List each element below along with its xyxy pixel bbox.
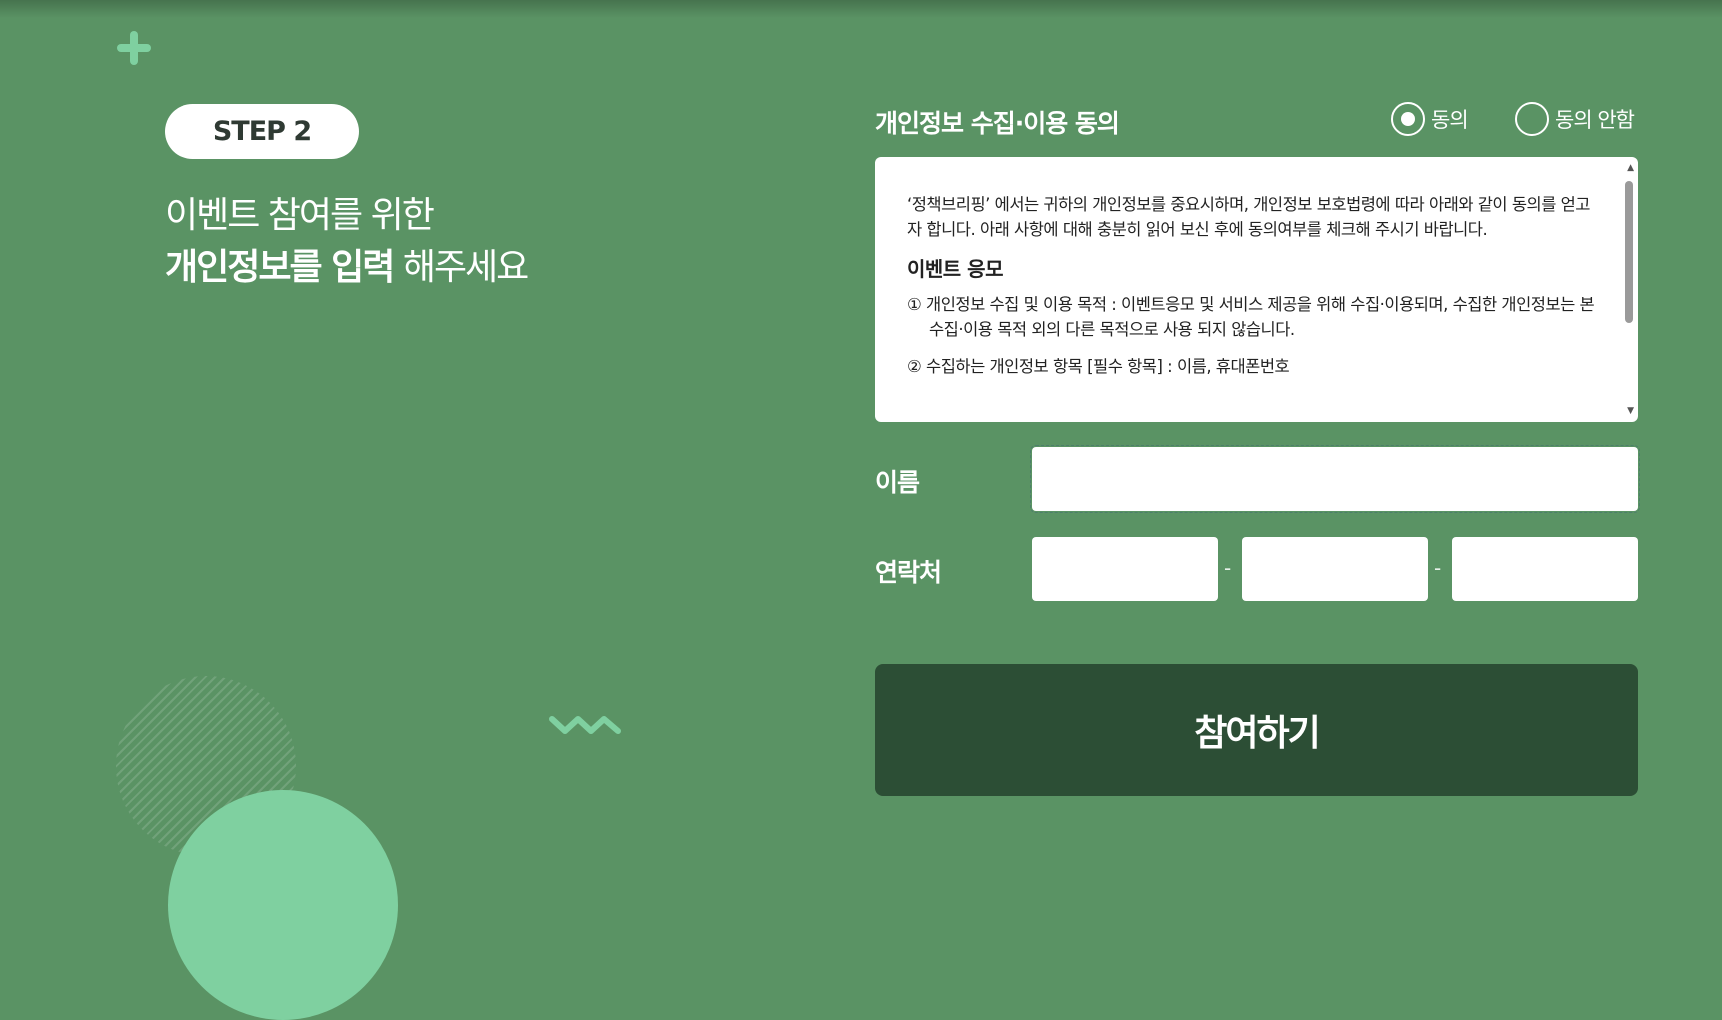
scrollbar-thumb[interactable] xyxy=(1625,181,1633,323)
terms-item-1: ① 개인정보 수집 및 이용 목적 : 이벤트응모 및 서비스 제공을 위해 수… xyxy=(907,295,1595,339)
disagree-label: 동의 안함 xyxy=(1555,108,1635,132)
consent-title: 개인정보 수집·이용 동의 xyxy=(875,109,1120,138)
name-label: 이름 xyxy=(875,468,920,497)
terms-scrollbar[interactable]: ▲ ▼ xyxy=(1620,157,1638,422)
phone-input-1[interactable] xyxy=(1032,537,1218,601)
scroll-up-arrow-icon[interactable]: ▲ xyxy=(1627,163,1634,173)
zigzag-icon xyxy=(549,716,621,734)
headline-line2: 개인정보를 입력 해주세요 xyxy=(165,242,529,294)
terms-content: ‘정책브리핑’ 에서는 귀하의 개인정보를 중요시하며, 개인정보 보호법령에 … xyxy=(907,192,1597,391)
scroll-down-arrow-icon[interactable]: ▼ xyxy=(1627,406,1634,416)
agree-radio[interactable]: 동의 xyxy=(1391,102,1469,136)
phone-separator: - xyxy=(1224,556,1232,580)
phone-input-3[interactable] xyxy=(1452,537,1638,601)
plus-icon xyxy=(117,31,151,65)
phone-input-2[interactable] xyxy=(1242,537,1428,601)
top-shade xyxy=(0,0,1722,18)
disagree-radio[interactable]: 동의 안함 xyxy=(1515,102,1635,136)
headline-rest: 해주세요 xyxy=(393,247,529,288)
radio-unchecked-icon[interactable] xyxy=(1515,102,1549,136)
step-badge: STEP 2 xyxy=(165,104,359,159)
radio-dot xyxy=(1401,112,1415,126)
name-input[interactable] xyxy=(1030,445,1640,513)
terms-item-2: ② 수집하는 개인정보 항목 [필수 항목] : 이름, 휴대폰번호 xyxy=(907,357,1290,376)
submit-button[interactable]: 참여하기 xyxy=(875,664,1638,796)
agree-label: 동의 xyxy=(1431,108,1469,132)
page-headline: 이벤트 참여를 위한 개인정보를 입력 해주세요 xyxy=(165,190,529,294)
circle-decoration xyxy=(168,790,398,1020)
headline-emphasis: 개인정보를 입력 xyxy=(165,247,395,288)
radio-checked-icon[interactable] xyxy=(1391,102,1425,136)
phone-label: 연락처 xyxy=(875,558,942,587)
terms-heading: 이벤트 응모 xyxy=(907,257,1003,281)
terms-box[interactable]: ‘정책브리핑’ 에서는 귀하의 개인정보를 중요시하며, 개인정보 보호법령에 … xyxy=(875,157,1638,422)
phone-separator: - xyxy=(1434,556,1442,580)
headline-line1: 이벤트 참여를 위한 xyxy=(165,195,435,236)
terms-intro: ‘정책브리핑’ 에서는 귀하의 개인정보를 중요시하며, 개인정보 보호법령에 … xyxy=(907,195,1591,239)
